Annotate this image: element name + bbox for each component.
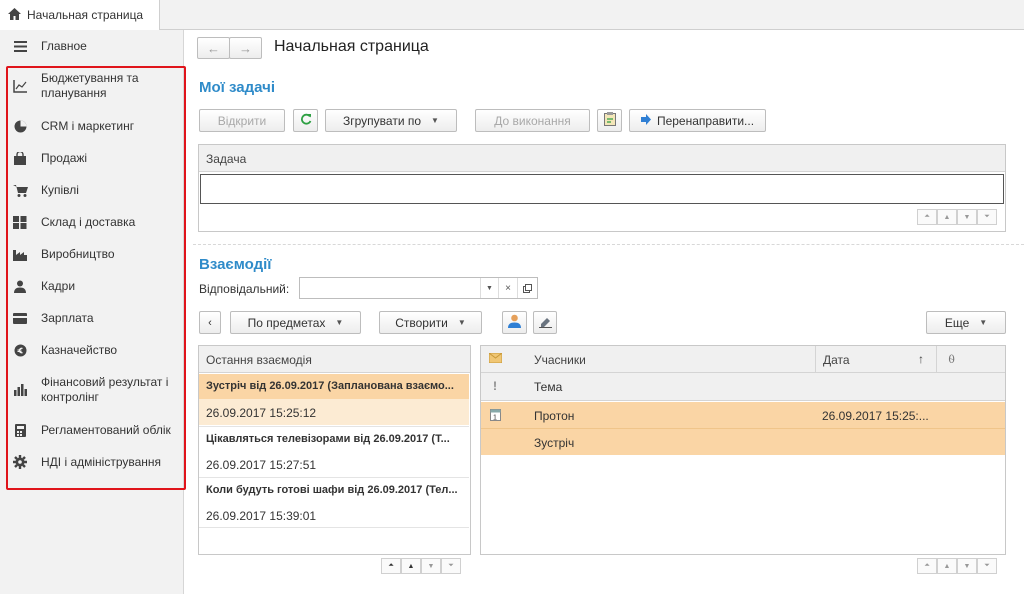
redirect-arrow-icon — [640, 113, 651, 128]
interaction-details-table: Учасники Дата ↑ ⍬ ! Тема 1 Протон 26.09.2… — [480, 345, 1006, 555]
sort-up-icon: ↑ — [918, 352, 924, 366]
more-dropdown[interactable]: Еще ▼ — [926, 311, 1006, 334]
scroll-bottom-icon[interactable]: ⏷ — [441, 558, 461, 574]
date-column-header[interactable]: Дата ↑ — [815, 346, 935, 373]
list-item-date[interactable]: 26.09.2017 15:27:51 — [199, 451, 469, 477]
scroll-top-icon[interactable]: ⏶ — [917, 209, 937, 225]
todo-button[interactable]: До виконання — [475, 109, 590, 132]
interactions-list: Остання взаємодія Зустріч від 26.09.2017… — [198, 345, 471, 555]
date-header-label: Дата — [823, 353, 850, 367]
calendar-icon: 1 — [490, 409, 501, 424]
list-item-title[interactable]: Зустріч від 26.09.2017 (Запланована взає… — [199, 374, 469, 399]
by-subjects-label: По предметах — [247, 315, 326, 330]
refresh-button[interactable] — [293, 109, 318, 132]
responsible-label: Відповідальний: — [199, 282, 290, 296]
forward-button[interactable]: → — [229, 37, 262, 59]
clear-icon[interactable]: × — [498, 278, 517, 298]
pen-icon — [538, 315, 552, 331]
group-by-dropdown[interactable]: Згрупувати по ▼ — [325, 109, 457, 132]
topic-header-row: ! Тема — [481, 373, 1005, 401]
chevron-down-icon: ▼ — [431, 116, 439, 125]
divider — [193, 244, 1024, 245]
attachment-icon[interactable]: ⍬ — [936, 346, 1005, 373]
scroll-down-icon[interactable]: ▼ — [421, 558, 441, 574]
redirect-label: Перенаправити... — [656, 113, 755, 128]
priority-icon: ! — [493, 379, 497, 393]
table-row-topic[interactable]: Зустріч — [481, 428, 1005, 455]
clipboard-icon — [603, 112, 616, 129]
tab-home[interactable]: Начальная страница — [0, 0, 160, 30]
clipboard-button[interactable] — [597, 109, 622, 132]
tasks-section-title: Мої задачі — [199, 79, 276, 96]
page-title: Начальная страница — [274, 38, 429, 55]
tasks-empty-row[interactable] — [200, 174, 1004, 204]
chevron-down-icon: ▼ — [457, 318, 466, 327]
tab-bar: Начальная страница — [0, 0, 1024, 30]
participants-column-header[interactable]: Учасники — [534, 353, 586, 367]
responsible-field[interactable]: ▼ × — [299, 277, 538, 299]
scroll-up-icon[interactable]: ▲ — [937, 209, 957, 225]
chevron-left-icon: ‹ — [208, 316, 212, 329]
scroll-up-icon[interactable]: ▲ — [937, 558, 957, 574]
redirect-button[interactable]: Перенаправити... — [629, 109, 766, 132]
tasks-scroll-buttons: ⏶ ▲ ▼ ⏷ — [917, 209, 997, 225]
envelope-icon — [488, 352, 503, 366]
participants-cell: Протон — [534, 409, 575, 423]
group-by-label: Згрупувати по — [343, 113, 422, 128]
refresh-icon — [300, 113, 312, 128]
interactions-section-title: Взаємодії — [199, 256, 272, 273]
list-item-date[interactable]: 26.09.2017 15:25:12 — [199, 399, 469, 425]
last-interaction-column-header[interactable]: Остання взаємодія — [199, 346, 470, 373]
chevron-down-icon: ▼ — [335, 318, 344, 327]
details-header-row: Учасники Дата ↑ ⍬ — [481, 346, 1005, 373]
details-scroll-buttons: ⏶ ▲ ▼ ⏷ — [917, 558, 997, 574]
date-cell: 26.09.2017 15:25:... — [822, 409, 929, 423]
list-scroll-buttons: ⏶ ▲ ▼ ⏷ — [381, 558, 461, 574]
scroll-down-icon[interactable]: ▼ — [957, 209, 977, 225]
topic-cell: Зустріч — [534, 436, 575, 450]
menu-icon — [12, 38, 28, 54]
scroll-bottom-icon[interactable]: ⏷ — [977, 209, 997, 225]
scroll-top-icon[interactable]: ⏶ — [381, 558, 401, 574]
tasks-column-header[interactable]: Задача — [199, 145, 1005, 172]
scroll-up-icon[interactable]: ▲ — [401, 558, 421, 574]
sidebar-item-label: Главное — [41, 38, 87, 53]
scroll-top-icon[interactable]: ⏶ — [917, 558, 937, 574]
user-icon — [508, 314, 521, 331]
edit-button[interactable] — [533, 311, 557, 334]
arrow-left-icon: ← — [207, 40, 220, 56]
arrow-right-icon: → — [239, 40, 252, 56]
table-row[interactable]: 1 Протон 26.09.2017 15:25:... — [481, 402, 1005, 428]
home-icon — [8, 7, 21, 23]
highlight-frame — [6, 66, 186, 490]
svg-text:1: 1 — [493, 415, 497, 422]
chevron-down-icon: ▼ — [979, 318, 988, 327]
topic-column-header[interactable]: Тема — [534, 380, 562, 394]
tasks-table: Задача — [198, 144, 1006, 232]
more-label: Еще — [944, 315, 970, 330]
contact-button[interactable] — [502, 311, 527, 334]
list-item-title[interactable]: Цікавляться телевізорами від 26.09.2017 … — [199, 426, 469, 451]
list-item-title[interactable]: Коли будуть готові шафи від 26.09.2017 (… — [199, 477, 469, 502]
scroll-down-icon[interactable]: ▼ — [957, 558, 977, 574]
chevron-down-icon[interactable]: ▼ — [480, 278, 498, 298]
create-label: Створити — [395, 315, 448, 330]
open-button[interactable]: Відкрити — [199, 109, 285, 132]
collapse-button[interactable]: ‹ — [199, 311, 221, 334]
by-subjects-dropdown[interactable]: По предметах ▼ — [230, 311, 361, 334]
sidebar-item-main[interactable]: Главное — [12, 38, 177, 54]
list-item-date[interactable]: 26.09.2017 15:39:01 — [199, 502, 469, 528]
back-button[interactable]: ← — [197, 37, 230, 59]
create-dropdown[interactable]: Створити ▼ — [379, 311, 482, 334]
scroll-bottom-icon[interactable]: ⏷ — [977, 558, 997, 574]
tab-home-label: Начальная страница — [27, 8, 144, 22]
open-form-icon[interactable] — [517, 278, 537, 298]
